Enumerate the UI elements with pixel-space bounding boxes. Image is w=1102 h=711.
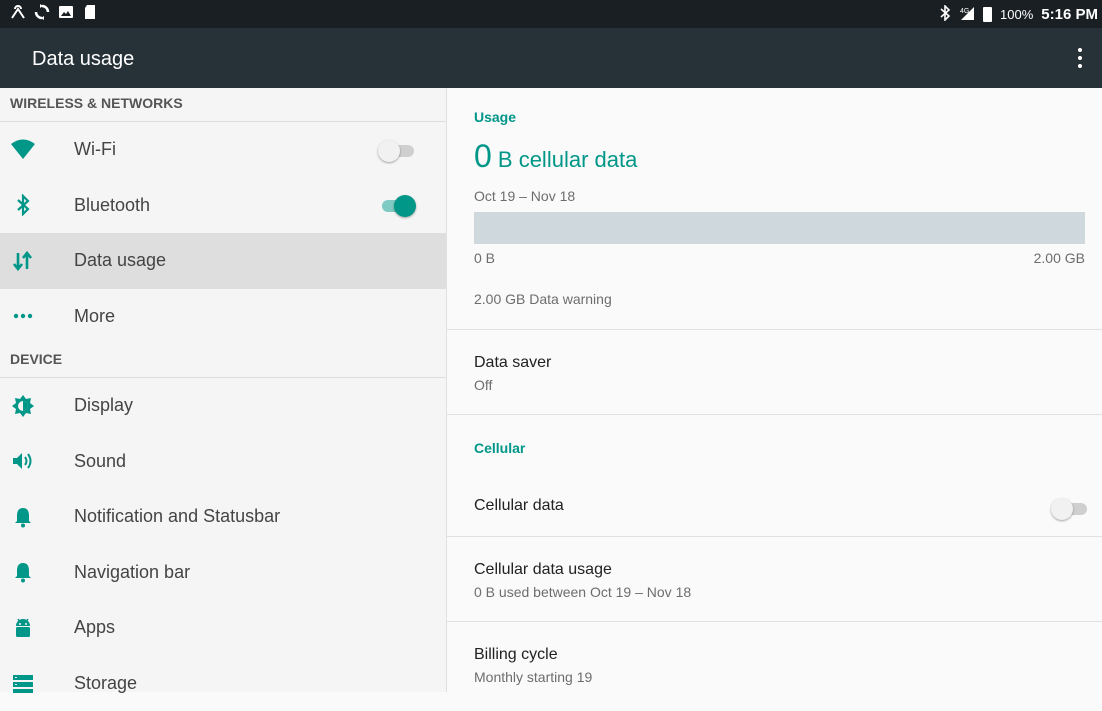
sidebar-item-apps[interactable]: Apps	[0, 600, 446, 656]
notification-icon	[10, 4, 26, 20]
sidebar-item-label: Notification and Statusbar	[74, 506, 280, 527]
storage-icon	[10, 670, 36, 696]
volume-icon	[10, 448, 36, 474]
sidebar-item-sound[interactable]: Sound	[0, 434, 446, 490]
sidebar-item-data-usage[interactable]: Data usage	[0, 233, 446, 289]
wifi-toggle[interactable]	[378, 138, 416, 162]
signal-icon: 4G	[959, 5, 975, 24]
usage-section-header: Usage	[474, 109, 516, 125]
cellular-data-title: Cellular data	[474, 497, 564, 515]
data-warning: 2.00 GB Data warning	[474, 291, 612, 307]
cellular-data-row[interactable]: Cellular data	[447, 478, 1102, 536]
sidebar-item-label: Bluetooth	[74, 195, 150, 216]
data-usage-panel: Usage 0 B cellular data Oct 19 – Nov 18 …	[447, 88, 1102, 692]
sidebar-item-storage[interactable]: Storage	[0, 656, 446, 711]
billing-cycle-value: Monthly starting 19	[474, 669, 592, 685]
sidebar-item-notification[interactable]: Notification and Statusbar	[0, 489, 446, 545]
more-dots-icon	[10, 303, 36, 329]
page-title: Data usage	[32, 48, 134, 71]
cellular-data-usage-row[interactable]: Cellular data usage 0 B used between Oct…	[447, 537, 1102, 621]
app-bar: Data usage	[0, 28, 1102, 88]
sidebar-item-wifi[interactable]: Wi-Fi	[0, 122, 446, 178]
sidebar-item-display[interactable]: Display	[0, 378, 446, 434]
billing-cycle-title: Billing cycle	[474, 646, 558, 664]
battery-icon	[983, 7, 992, 22]
wifi-icon	[10, 137, 36, 163]
settings-sidebar: WIRELESS & NETWORKS Wi-Fi Bluetooth Data…	[0, 88, 446, 692]
category-wireless: WIRELESS & NETWORKS	[0, 88, 446, 122]
cellular-data-usage-title: Cellular data usage	[474, 561, 612, 579]
overflow-menu-icon[interactable]	[1072, 46, 1088, 70]
cellular-section-header: Cellular	[474, 440, 525, 456]
sidebar-item-navigation-bar[interactable]: Navigation bar	[0, 545, 446, 601]
usage-bar	[474, 212, 1085, 244]
divider	[447, 414, 1102, 415]
android-icon	[10, 615, 36, 641]
status-bar: 4G 100% 5:16 PM	[0, 0, 1102, 28]
bell-icon	[10, 559, 36, 585]
usage-amount: 0 B cellular data	[474, 138, 637, 175]
sidebar-item-label: More	[74, 306, 115, 327]
sidebar-item-label: Display	[74, 395, 133, 416]
bluetooth-icon	[10, 192, 36, 218]
sidebar-item-label: Wi-Fi	[74, 139, 116, 160]
clock: 5:16 PM	[1041, 6, 1098, 23]
data-saver-value: Off	[474, 377, 492, 393]
sidebar-item-bluetooth[interactable]: Bluetooth	[0, 178, 446, 234]
sidebar-item-more[interactable]: More	[0, 289, 446, 345]
usage-amount-number: 0	[474, 138, 492, 174]
bluetooth-toggle[interactable]	[378, 193, 416, 217]
data-saver-row[interactable]: Data saver Off	[447, 330, 1102, 414]
cellular-data-usage-value: 0 B used between Oct 19 – Nov 18	[474, 584, 691, 600]
data-usage-icon	[10, 248, 36, 274]
sd-card-icon	[82, 4, 98, 20]
usage-bar-max: 2.00 GB	[1034, 250, 1085, 266]
image-icon	[58, 4, 74, 20]
sync-icon	[34, 4, 50, 20]
svg-text:4G: 4G	[960, 8, 969, 15]
usage-bar-min: 0 B	[474, 250, 495, 266]
cellular-data-toggle[interactable]	[1051, 496, 1089, 520]
usage-amount-unit: B cellular data	[492, 147, 638, 172]
sidebar-item-label: Storage	[74, 673, 137, 694]
sidebar-item-label: Navigation bar	[74, 562, 190, 583]
battery-percent: 100%	[1000, 7, 1033, 22]
billing-cycle-row[interactable]: Billing cycle Monthly starting 19	[447, 622, 1102, 692]
usage-period: Oct 19 – Nov 18	[474, 188, 575, 204]
data-saver-title: Data saver	[474, 354, 551, 372]
bell-icon	[10, 504, 36, 530]
category-device: DEVICE	[0, 344, 446, 378]
sidebar-item-label: Sound	[74, 451, 126, 472]
sidebar-item-label: Data usage	[74, 250, 166, 271]
sidebar-item-label: Apps	[74, 617, 115, 638]
brightness-icon	[10, 393, 36, 419]
bluetooth-status-icon	[939, 5, 951, 24]
